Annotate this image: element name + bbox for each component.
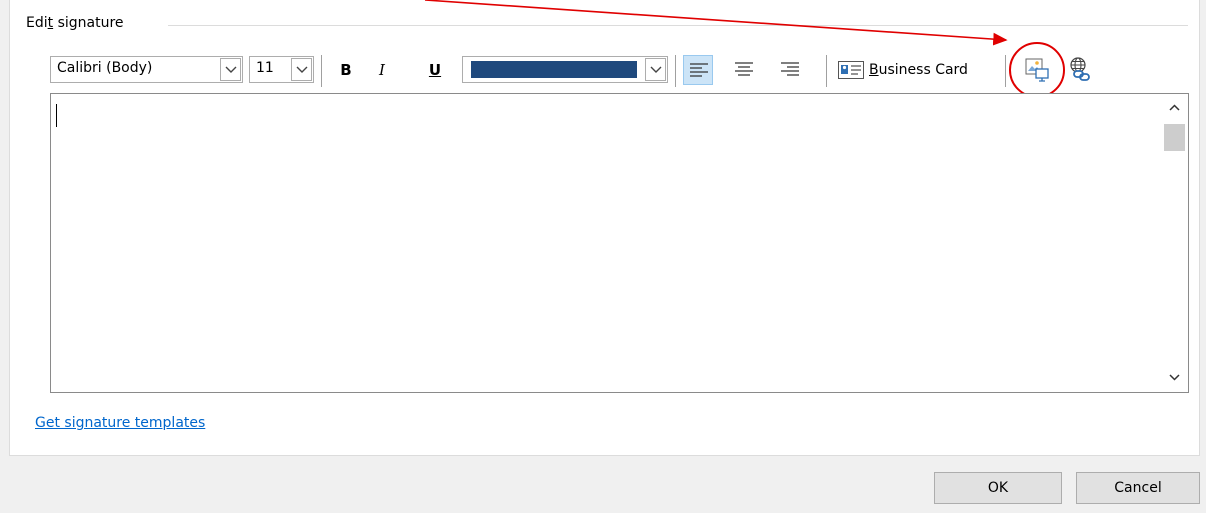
- vertical-scrollbar[interactable]: [1161, 94, 1188, 392]
- scroll-thumb[interactable]: [1164, 124, 1185, 151]
- get-signature-templates-link[interactable]: Get signature templates: [35, 415, 205, 431]
- ok-button[interactable]: OK: [934, 472, 1062, 504]
- chevron-down-icon: [1169, 374, 1180, 381]
- text-caret: [56, 104, 57, 127]
- chevron-up-icon: [1169, 104, 1180, 111]
- signature-editor[interactable]: [50, 93, 1189, 393]
- scroll-up-button[interactable]: [1161, 94, 1188, 122]
- scroll-down-button[interactable]: [1161, 364, 1188, 392]
- annotation-circle: [1009, 42, 1065, 98]
- cancel-button[interactable]: Cancel: [1076, 472, 1200, 504]
